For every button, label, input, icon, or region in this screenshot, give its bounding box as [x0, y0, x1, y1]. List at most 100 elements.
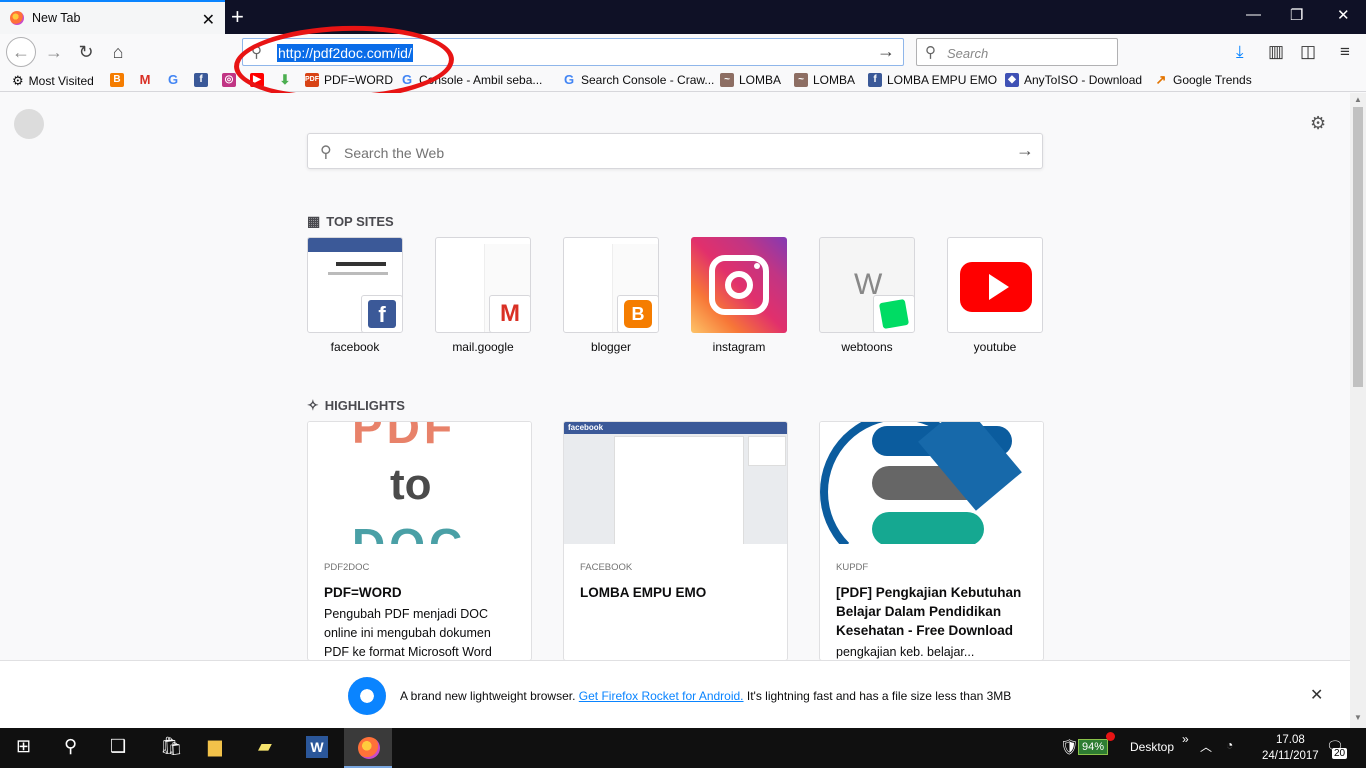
minimize-button[interactable]: — [1246, 6, 1261, 23]
bookmark-gmail[interactable]: M [138, 73, 157, 87]
search-go-arrow-icon[interactable]: → [1016, 140, 1034, 161]
blogger-icon: B [110, 73, 124, 87]
gmail-icon: M [489, 295, 530, 332]
top-site-webtoons[interactable]: W webtoons [819, 237, 915, 354]
webtoons-icon [873, 295, 914, 332]
file-explorer-icon[interactable]: ▆ [208, 736, 222, 757]
desktop-toolbar[interactable]: Desktop [1130, 740, 1174, 754]
bookmarks-toolbar: ⚙ Most Visited B M G f ◎ ▶ ⬇ PDF PDF=WORD … [0, 70, 1366, 92]
highlight-card-facebook[interactable]: facebook FACEBOOK LOMBA EMPU EMO [563, 421, 788, 661]
top-site-facebook[interactable]: f facebook [307, 237, 403, 354]
windows-start-icon[interactable]: ⊞ [16, 736, 31, 757]
bookmark-google[interactable]: G [166, 73, 185, 87]
bookmark-anytoiso[interactable]: ◆ AnyToISO - Download [1005, 73, 1142, 87]
facebook-icon: f [361, 295, 402, 332]
settings-gear-icon[interactable]: ⚙ [1310, 113, 1326, 134]
downloads-icon[interactable]: ⤓ [1236, 42, 1244, 62]
highlight-image [820, 422, 1043, 544]
back-button[interactable]: ← [6, 37, 36, 67]
firefox-icon [358, 737, 380, 759]
notification-message: A brand new lightweight browser. Get Fir… [400, 689, 1012, 703]
highlight-description: pengkajian keb. belajar... [836, 645, 975, 659]
new-tab-button[interactable]: + [231, 4, 244, 30]
site-thumbnail: B [563, 237, 659, 333]
home-icon: ⌂ [112, 41, 124, 62]
bookmark-facebook[interactable]: f [194, 73, 213, 87]
trends-icon: ↗ [1155, 72, 1167, 87]
back-arrow-icon: ← [12, 41, 30, 62]
sticky-notes-icon[interactable]: ▰ [258, 736, 272, 757]
bookmark-search-console[interactable]: G Search Console - Craw... [562, 72, 714, 88]
web-search-placeholder: Search the Web [344, 145, 445, 161]
notification-bar: A brand new lightweight browser. Get Fir… [0, 660, 1350, 728]
sparkle-icon: ✧ [307, 397, 319, 413]
desktop-chevron-icon[interactable]: » [1182, 732, 1189, 746]
firefox-icon [10, 11, 24, 25]
tab-new-tab[interactable]: New Tab ✕ [0, 0, 225, 34]
highlights-heading: ✧ HIGHLIGHTS [307, 397, 405, 413]
highlight-card-pdf2doc[interactable]: PDF to DOC PDF2DOC PDF=WORD Pengubah PDF… [307, 421, 532, 661]
top-site-youtube[interactable]: youtube [947, 237, 1043, 354]
top-site-blogger[interactable]: B blogger [563, 237, 659, 354]
security-shield-icon[interactable]: 🛡 [1060, 738, 1079, 756]
go-arrow-icon[interactable]: → [877, 41, 895, 62]
bookmark-blogger[interactable]: B [110, 73, 129, 87]
new-tab-page: ⚙ ⚲ Search the Web → ▦ TOP SITES f faceb… [0, 93, 1350, 661]
restore-button[interactable]: ❐ [1290, 6, 1303, 24]
search-icon: ⚲ [925, 44, 936, 61]
tray-expand-icon[interactable]: ︿ [1200, 738, 1212, 755]
scrollbar-thumb[interactable] [1353, 107, 1363, 387]
store-icon[interactable]: 🛍 [160, 736, 183, 757]
windows-taskbar: ⊞ ⚲ ❑ 🛍 ▆ ▰ W 🛡 94% Desktop » ︿ ◔ 17.08 … [0, 728, 1366, 768]
menu-icon[interactable]: ≡ [1340, 42, 1350, 62]
notification-count-badge: 20 [1332, 748, 1348, 759]
scroll-up-icon[interactable]: ▲ [1354, 95, 1362, 104]
alert-dot [1106, 732, 1115, 741]
firefox-taskbar-button[interactable] [344, 728, 392, 768]
library-icon[interactable]: ▥ [1268, 42, 1284, 62]
bookmark-google-trends[interactable]: ↗ Google Trends [1154, 72, 1252, 88]
forward-arrow-icon: → [45, 41, 63, 62]
instagram-icon [691, 237, 787, 333]
top-site-instagram[interactable]: instagram [691, 237, 787, 354]
task-view-icon[interactable]: ❑ [110, 736, 126, 757]
tab-close-icon[interactable]: ✕ [202, 10, 215, 30]
sidebar-icon[interactable]: ◫ [1300, 42, 1316, 62]
bookmark-most-visited[interactable]: ⚙ Most Visited [12, 73, 94, 89]
lomba-icon: ~ [794, 73, 808, 87]
home-button[interactable]: ⌂ [104, 40, 132, 64]
tab-strip: New Tab ✕ + — ❐ ✕ [0, 0, 1366, 34]
highlight-title: PDF=WORD [324, 585, 402, 600]
reload-button[interactable]: ↻ [72, 40, 100, 64]
firefox-rocket-link[interactable]: Get Firefox Rocket for Android. [579, 689, 744, 703]
search-icon[interactable]: ⚲ [64, 736, 77, 757]
top-site-mail-google[interactable]: M mail.google [435, 237, 531, 354]
highlight-source: PDF2DOC [324, 562, 370, 573]
highlight-image: facebook [564, 422, 787, 544]
google-icon: G [563, 72, 575, 87]
window-close-button[interactable]: ✕ [1337, 6, 1350, 24]
highlight-card-kupdf[interactable]: KUPDF [PDF] Pengkajian Kebutuhan Belajar… [819, 421, 1044, 661]
notification-close-icon[interactable]: ✕ [1310, 685, 1323, 705]
clock[interactable]: 17.08 24/11/2017 [1262, 732, 1319, 764]
highlight-title: LOMBA EMPU EMO [580, 585, 707, 600]
forward-button[interactable]: → [40, 40, 68, 64]
bookmark-lomba-2[interactable]: ~ LOMBA [794, 73, 855, 87]
highlight-source: FACEBOOK [580, 562, 633, 573]
firefox-rocket-icon [348, 677, 386, 715]
word-icon[interactable]: W [306, 736, 328, 758]
battery-indicator[interactable]: 94% [1078, 739, 1109, 755]
instagram-icon: ◎ [222, 73, 236, 87]
scroll-down-icon[interactable]: ▼ [1354, 713, 1362, 722]
top-sites-heading: ▦ TOP SITES [307, 213, 394, 229]
bookmark-lomba-empu-emo[interactable]: f LOMBA EMPU EMO [868, 73, 997, 87]
wifi-icon[interactable]: ◔ [1226, 738, 1233, 752]
reload-icon: ↻ [78, 41, 94, 62]
site-thumbnail: W [819, 237, 915, 333]
bookmark-lomba-1[interactable]: ~ LOMBA [720, 73, 781, 87]
page-scrollbar[interactable]: ▲ ▼ [1350, 93, 1366, 728]
highlight-source: KUPDF [836, 562, 869, 573]
search-bar[interactable]: ⚲ Search [916, 38, 1118, 66]
web-search-box[interactable]: ⚲ Search the Web → [307, 133, 1043, 169]
highlight-description: Pengubah PDF menjadi DOC online ini meng… [324, 607, 492, 659]
